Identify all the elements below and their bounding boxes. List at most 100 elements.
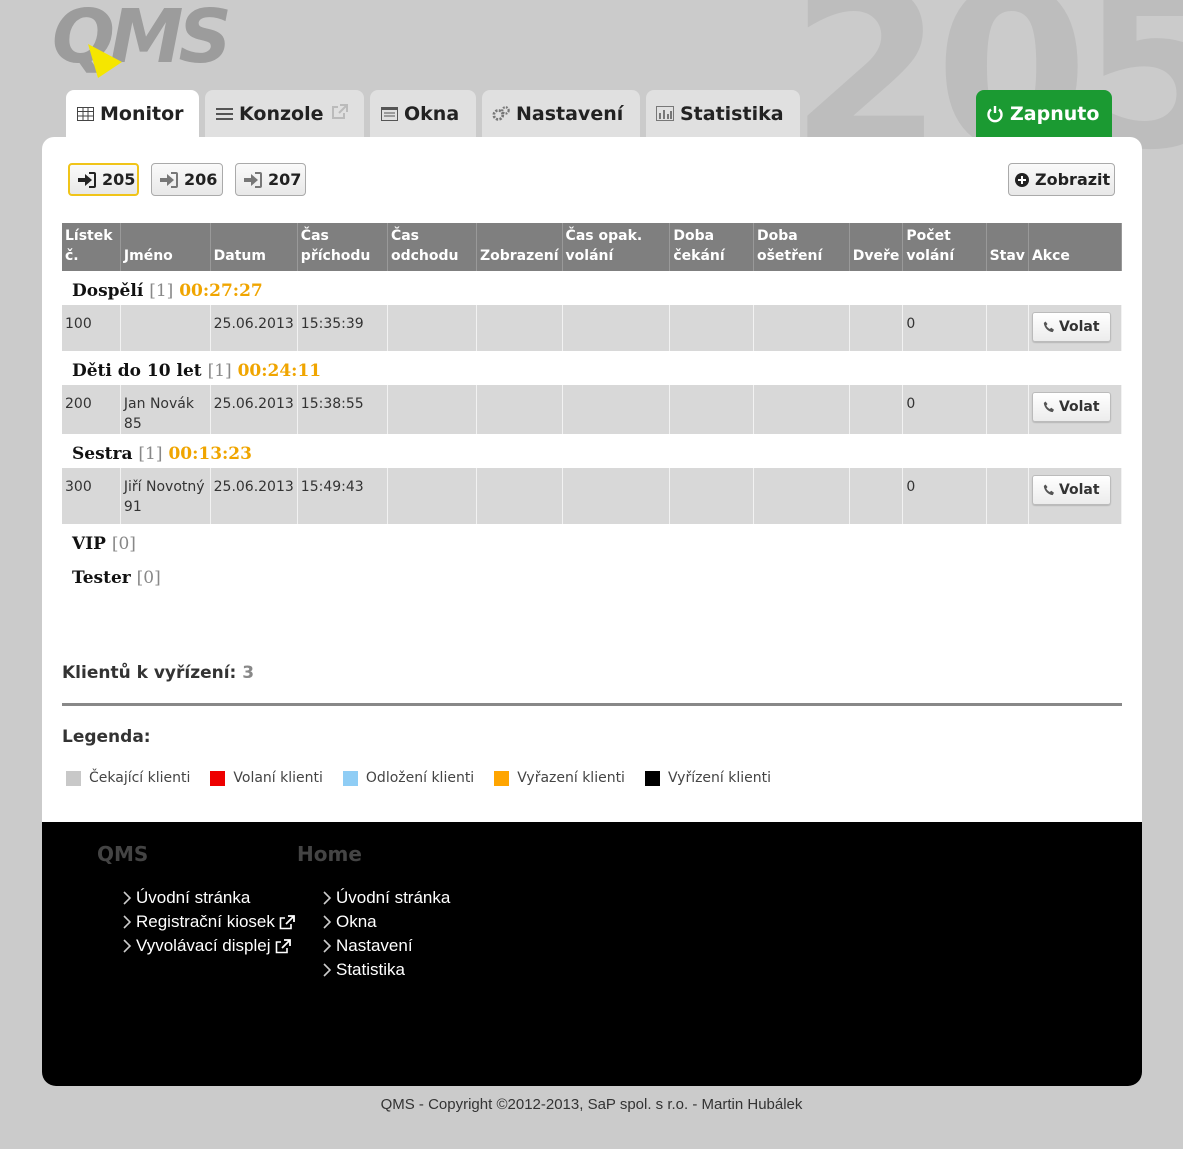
col-header[interactable]: Doba čekání <box>669 223 754 271</box>
group-wait-time: 00:24:11 <box>237 361 322 381</box>
empty-cell <box>753 468 850 524</box>
sign-in-icon <box>78 171 96 188</box>
logo-arrow-icon <box>88 44 122 78</box>
call-button[interactable]: Volat <box>1031 312 1111 342</box>
power-toggle-button[interactable]: Zapnuto <box>976 90 1112 137</box>
window-button-207[interactable]: 207 <box>235 163 306 196</box>
empty-cell <box>986 305 1029 351</box>
ticket-cell: 100 <box>62 305 121 351</box>
empty-cell <box>753 305 850 351</box>
phone-icon <box>1043 321 1055 333</box>
empty-cell <box>387 468 477 524</box>
group-wait-time: 00:27:27 <box>179 281 263 301</box>
footer-heading: QMS <box>97 842 149 866</box>
empty-cell <box>562 468 671 524</box>
footer-link[interactable]: Vyvolávací displej <box>123 934 295 958</box>
chevron-right-icon <box>123 891 132 905</box>
copyright: QMS - Copyright ©2012-2013, SaP spol. s … <box>380 1096 803 1113</box>
sign-in-icon <box>160 171 178 188</box>
col-header[interactable]: Počet volání <box>902 223 987 271</box>
monitor-panel: 205 206 207 Zobrazit Lístek č. Jméno Dat… <box>42 137 1142 822</box>
tab-label: Nastavení <box>516 102 624 125</box>
group-name: VIP <box>72 534 106 554</box>
window-button-205[interactable]: 205 <box>68 163 139 196</box>
group-header: Děti do 10 let [1] 00:24:11 <box>62 351 1122 385</box>
table-row: 100 25.06.2013 15:35:39 0 Volat <box>62 305 1123 351</box>
legend: Čekající klienti Volaní klienti Odložení… <box>66 770 791 786</box>
footer-link[interactable]: Úvodní stránka <box>123 886 295 910</box>
tab-konzole[interactable]: Konzole <box>205 90 364 137</box>
tab-okna[interactable]: Okna <box>370 90 476 137</box>
chevron-right-icon <box>323 891 332 905</box>
col-header[interactable]: Lístek č. <box>62 223 121 271</box>
ticket-cell: 300 <box>62 468 121 524</box>
power-label: Zapnuto <box>1010 102 1100 125</box>
phone-icon <box>1043 484 1055 496</box>
external-link-icon <box>275 938 291 954</box>
empty-cell <box>986 385 1029 434</box>
external-link-icon <box>331 103 349 125</box>
list-icon <box>215 106 233 122</box>
group-count: [1] <box>149 281 174 301</box>
col-header[interactable]: Datum <box>210 223 298 271</box>
footer-column-home: Home Úvodní stránka Okna Nastavení Stati… <box>297 842 450 982</box>
col-header[interactable]: Zobrazení <box>476 223 563 271</box>
footer-link[interactable]: Úvodní stránka <box>323 886 450 910</box>
tab-label: Monitor <box>100 102 184 125</box>
empty-cell <box>387 385 477 434</box>
footer-link[interactable]: Statistika <box>323 958 450 982</box>
show-button[interactable]: Zobrazit <box>1008 163 1115 196</box>
chevron-right-icon <box>323 963 332 977</box>
footer-link[interactable]: Nastavení <box>323 934 450 958</box>
group-name: Dospělí <box>72 281 144 301</box>
external-link-icon <box>279 914 295 930</box>
group-count: [0] <box>111 534 136 554</box>
empty-cell <box>669 385 754 434</box>
footer-column-qms: QMS Úvodní stránka Registrační kiosek Vy… <box>97 842 295 958</box>
col-header[interactable]: Čas opak. volání <box>562 223 671 271</box>
name-cell: Jan Novák 85 <box>120 385 211 434</box>
empty-cell <box>849 305 904 351</box>
tab-nastaveni[interactable]: Nastavení <box>482 90 640 137</box>
group-count: [1] <box>207 361 232 381</box>
group-header: Tester [0] <box>62 558 1122 592</box>
calls-cell: 0 <box>902 305 987 351</box>
col-header[interactable]: Dveře <box>849 223 904 271</box>
group-header: Dospělí [1] 00:27:27 <box>62 271 1122 305</box>
group-header: VIP [0] <box>62 524 1122 558</box>
group-name: Sestra <box>72 444 133 464</box>
col-header[interactable]: Doba ošetření <box>753 223 850 271</box>
chevron-right-icon <box>123 939 132 953</box>
empty-cell <box>562 305 671 351</box>
legend-item: Čekající klienti <box>66 770 190 786</box>
group-name: Děti do 10 let <box>72 361 202 381</box>
name-cell: Jiří Novotný 91 <box>120 468 211 524</box>
tab-monitor[interactable]: Monitor <box>66 90 199 137</box>
group-count: [1] <box>138 444 163 464</box>
group-header: Sestra [1] 00:13:23 <box>62 434 1122 468</box>
legend-item: Volaní klienti <box>210 770 323 786</box>
col-header[interactable]: Jméno <box>120 223 211 271</box>
legend-item: Odložení klienti <box>342 770 474 786</box>
arrival-cell: 15:35:39 <box>297 305 388 351</box>
window-button-206[interactable]: 206 <box>151 163 223 196</box>
call-button[interactable]: Volat <box>1031 392 1111 422</box>
col-header[interactable]: Stav <box>986 223 1029 271</box>
col-header[interactable]: Čas odchodu <box>387 223 477 271</box>
group-count: [0] <box>136 568 161 588</box>
ticket-cell: 200 <box>62 385 121 434</box>
tab-statistika[interactable]: Statistika <box>646 90 800 137</box>
empty-cell <box>476 468 563 524</box>
window-icon <box>380 106 398 122</box>
footer-link[interactable]: Registrační kiosek <box>123 910 295 934</box>
table-icon <box>76 106 94 122</box>
tab-label: Okna <box>404 102 460 125</box>
chevron-right-icon <box>123 915 132 929</box>
col-header[interactable]: Čas příchodu <box>297 223 388 271</box>
date-cell: 25.06.2013 <box>210 385 298 434</box>
footer-heading: Home <box>297 842 362 866</box>
call-button[interactable]: Volat <box>1031 475 1111 505</box>
footer: QMS Úvodní stránka Registrační kiosek Vy… <box>42 822 1142 1086</box>
power-icon <box>986 105 1004 123</box>
footer-link[interactable]: Okna <box>323 910 450 934</box>
